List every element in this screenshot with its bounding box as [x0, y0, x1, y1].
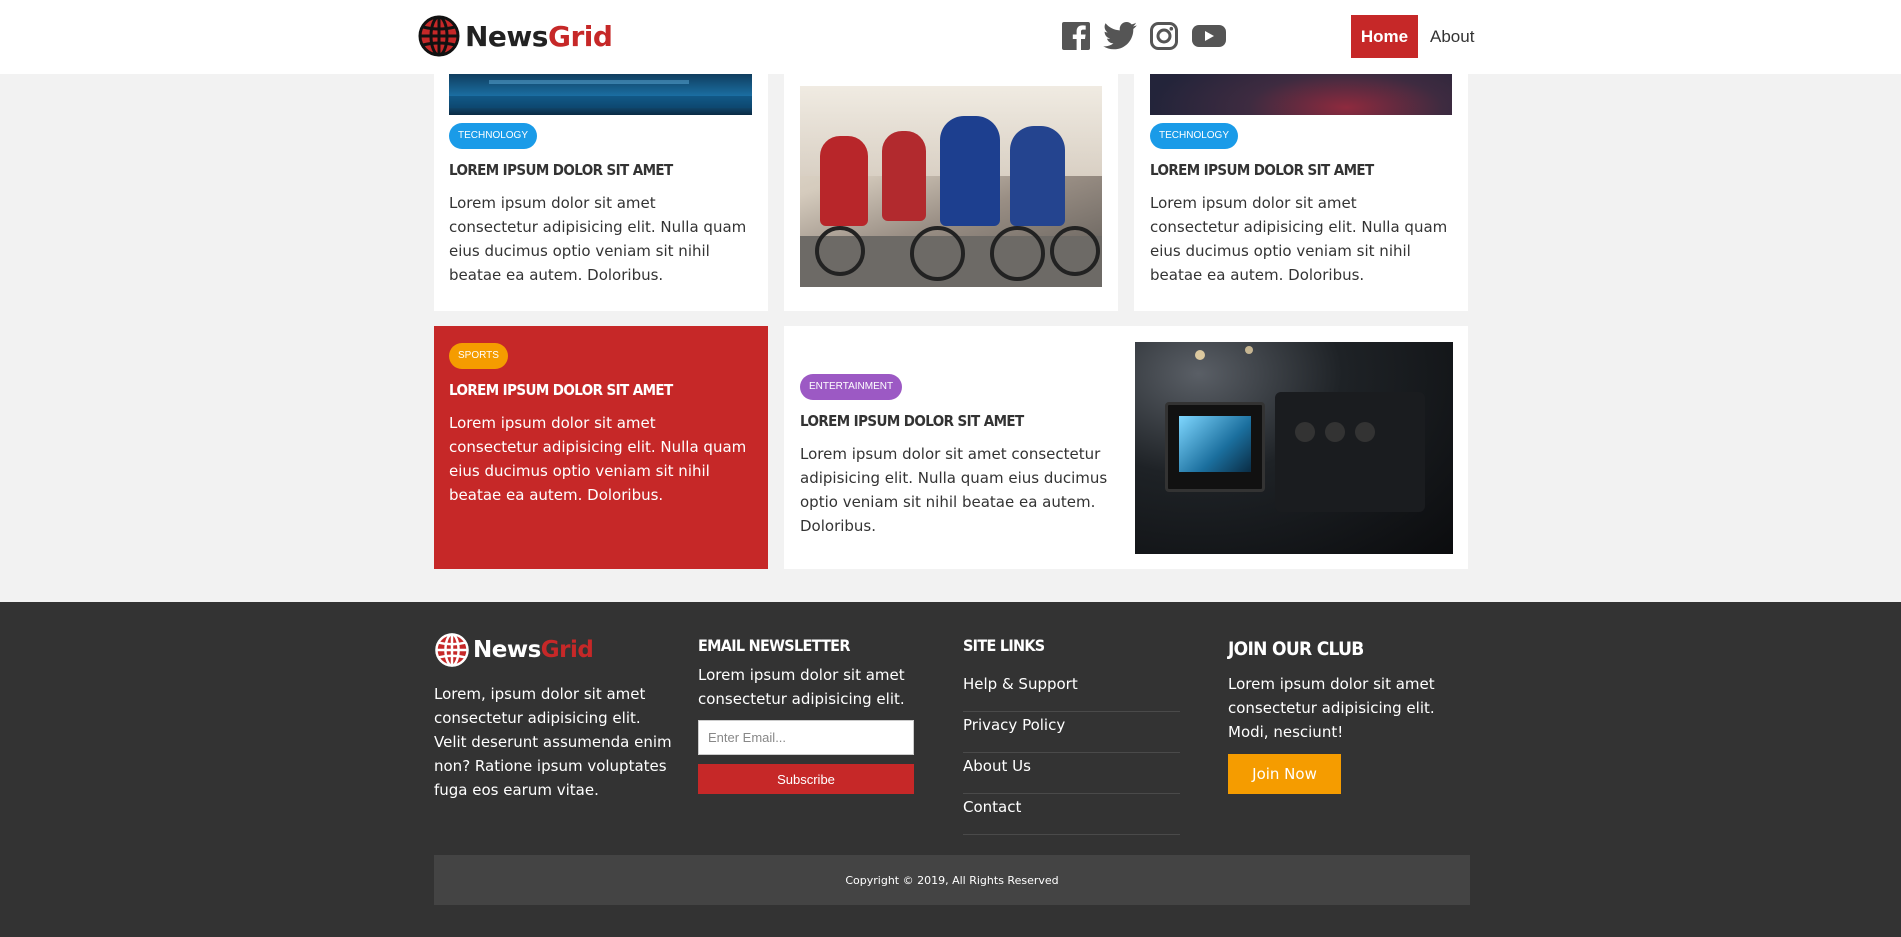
copyright-text: Copyright © 2019, All Rights Reserved: [845, 873, 1059, 887]
copyright-bar: Copyright © 2019, All Rights Reserved: [434, 855, 1470, 905]
site-header: NewsGrid Home About: [0, 0, 1901, 74]
nav-home-link[interactable]: Home: [1351, 15, 1418, 58]
link-privacy-policy[interactable]: Privacy Policy: [963, 712, 1180, 753]
category-badge[interactable]: Technology: [1150, 123, 1239, 149]
link-help-support[interactable]: Help & Support: [963, 671, 1180, 712]
link-about-us[interactable]: About Us: [963, 753, 1180, 794]
video-camera-photo: [1135, 342, 1453, 554]
site-footer: NewsGrid Lorem, ipsum dolor sit amet con…: [0, 602, 1901, 937]
youtube-icon[interactable]: [1191, 20, 1227, 52]
article-card-technology-2[interactable]: Technology Lorem ipsum dolor sit amet Lo…: [1134, 40, 1468, 311]
article-card-technology[interactable]: Technology Lorem ipsum dolor sit amet Lo…: [434, 40, 768, 311]
facebook-icon[interactable]: [1061, 20, 1091, 52]
site-logo[interactable]: NewsGrid: [417, 14, 613, 58]
article-title[interactable]: Lorem ipsum dolor sit amet: [449, 161, 749, 179]
globe-icon: [418, 15, 460, 57]
join-club-section: Join Our Club Lorem ipsum dolor sit amet…: [1228, 638, 1468, 794]
article-excerpt: Lorem ipsum dolor sit amet consectetur a…: [449, 194, 747, 284]
site-links-heading: Site Links: [963, 636, 1045, 655]
join-club-heading: Join Our Club: [1228, 638, 1364, 660]
cycling-photo: [800, 86, 1102, 287]
article-title[interactable]: Lorem ipsum dolor sit amet: [449, 381, 749, 399]
newsletter-section: Email Newsletter Lorem ipsum dolor sit a…: [698, 636, 918, 794]
article-excerpt: Lorem ipsum dolor sit amet consectetur a…: [449, 414, 747, 504]
article-title[interactable]: Lorem ipsum dolor sit amet: [1150, 161, 1450, 179]
email-field[interactable]: [698, 720, 914, 755]
footer-logo[interactable]: NewsGrid: [434, 632, 594, 668]
social-links: [1061, 20, 1239, 52]
article-excerpt: Lorem ipsum dolor sit amet consectetur a…: [1150, 194, 1448, 284]
logo-text: NewsGrid: [473, 637, 594, 663]
newsletter-text: Lorem ipsum dolor sit amet consectetur a…: [698, 666, 905, 708]
globe-icon: [435, 633, 469, 667]
site-links-list: Help & Support Privacy Policy About Us C…: [963, 671, 1180, 835]
category-badge[interactable]: Sports: [449, 343, 508, 369]
article-title[interactable]: Lorem ipsum dolor sit amet: [800, 412, 1120, 430]
twitter-icon[interactable]: [1103, 20, 1137, 52]
join-now-button[interactable]: Join Now: [1228, 754, 1341, 794]
site-links-section: Site Links Help & Support Privacy Policy…: [963, 636, 1180, 835]
article-card-entertainment[interactable]: Entertainment Lorem ipsum dolor sit amet…: [784, 326, 1468, 569]
article-card-sports[interactable]: Sports Lorem ipsum dolor sit amet Lorem …: [434, 326, 768, 569]
article-excerpt: Lorem ipsum dolor sit amet consectetur a…: [800, 445, 1108, 535]
category-badge[interactable]: Entertainment: [800, 374, 903, 400]
footer-about-text: Lorem, ipsum dolor sit amet consectetur …: [434, 685, 672, 799]
subscribe-button[interactable]: Subscribe: [698, 764, 914, 794]
newsletter-heading: Email Newsletter: [698, 636, 850, 655]
join-club-text: Lorem ipsum dolor sit amet consectetur a…: [1228, 675, 1435, 741]
nav-about-link[interactable]: About: [1430, 27, 1474, 47]
instagram-icon[interactable]: [1149, 20, 1179, 52]
logo-text: NewsGrid: [465, 19, 613, 53]
link-contact[interactable]: Contact: [963, 794, 1180, 835]
category-badge[interactable]: Technology: [449, 123, 538, 149]
main-nav: Home About: [1351, 15, 1474, 58]
image-card-cycling[interactable]: [784, 40, 1118, 311]
